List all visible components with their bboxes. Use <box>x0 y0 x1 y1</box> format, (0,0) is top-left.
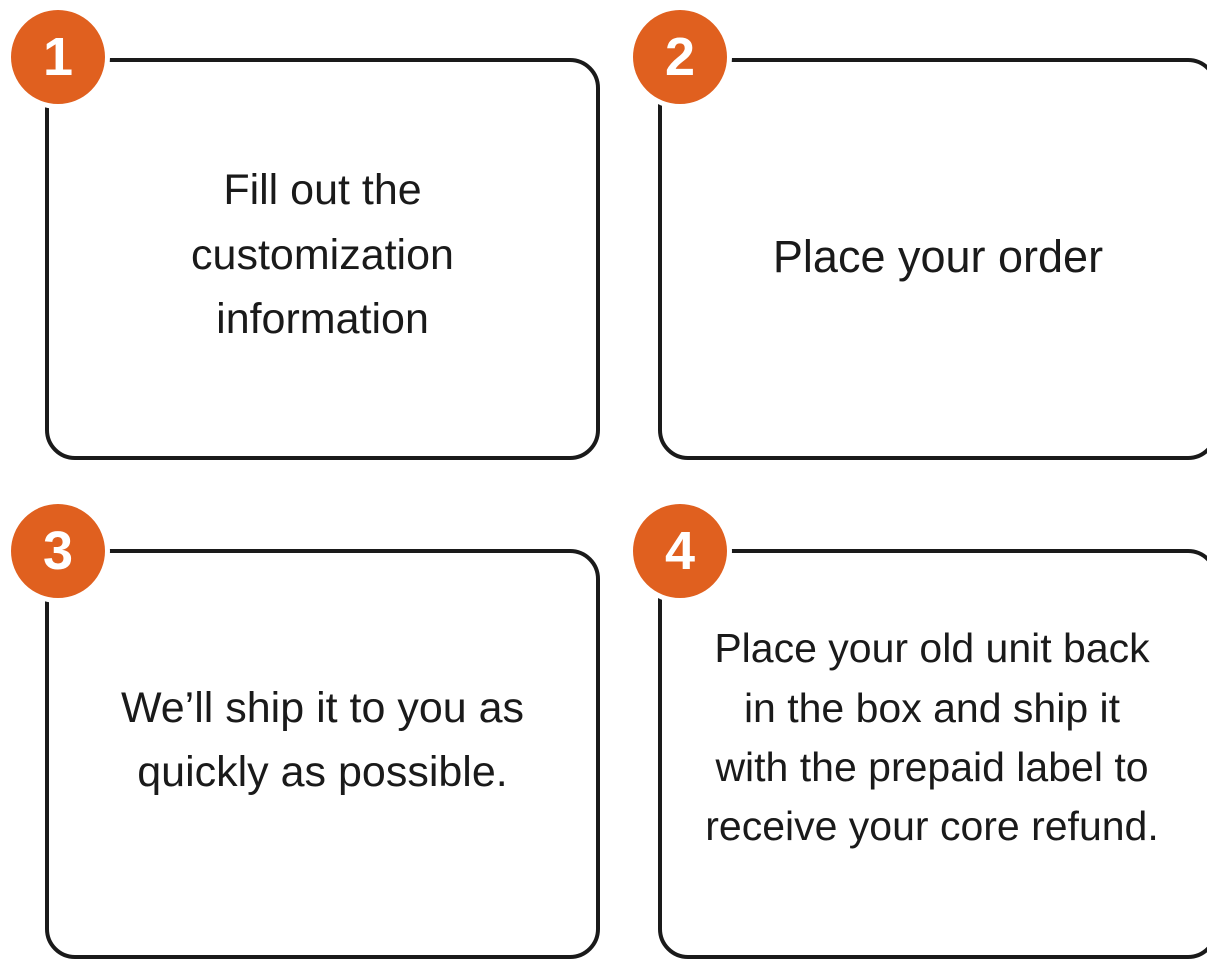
step-number-badge: 4 <box>628 499 732 603</box>
step-card: Fill out the customization information <box>45 58 600 460</box>
step-description: Place your old unit back in the box and … <box>705 625 1159 850</box>
step-description: We’ll ship it to you as quickly as possi… <box>120 683 525 797</box>
step-number-badge: 3 <box>6 499 110 603</box>
step-card: We’ll ship it to you as quickly as possi… <box>45 549 600 959</box>
step-number-badge: 1 <box>6 5 110 109</box>
step-number-badge: 2 <box>628 5 732 109</box>
step-description: Fill out the customization information <box>191 166 454 344</box>
step-card: Place your old unit back in the box and … <box>658 549 1207 959</box>
step-card: Place your order <box>658 58 1207 460</box>
step-description: Place your order <box>772 230 1104 282</box>
